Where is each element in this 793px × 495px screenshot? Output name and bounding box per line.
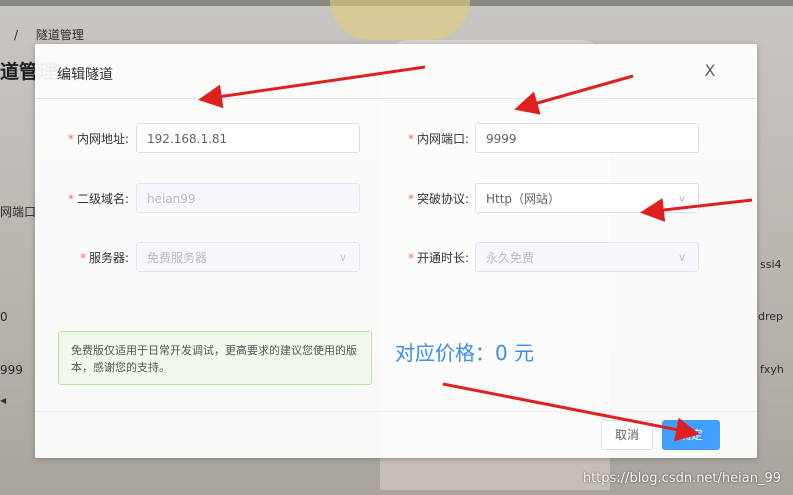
required-mark: * bbox=[67, 192, 74, 206]
breadcrumb-item[interactable]: 隧道管理 bbox=[36, 28, 84, 42]
footer-divider bbox=[35, 411, 757, 412]
form-row-domain: * 二级域名: heian99 * 突破协议: Http（网站） ∨ bbox=[35, 183, 757, 215]
edit-tunnel-dialog: 编辑隧道 X * 内网地址: 192.168.1.81 * 内网端口: 9999 *… bbox=[35, 44, 757, 458]
protocol-select[interactable]: Http（网站） ∨ bbox=[475, 183, 699, 213]
subdomain-input: heian99 bbox=[136, 183, 360, 213]
required-mark: * bbox=[407, 251, 414, 265]
form-row-server: * 服务器: 免费服务器 ∨ * 开通时长: 永久免费 ∨ bbox=[35, 242, 757, 274]
close-icon[interactable]: X bbox=[701, 62, 719, 80]
price-text: 对应价格：0 元 bbox=[395, 341, 535, 365]
notice-box: 免费版仅适用于日常开发调试，更高要求的建议您使用的版本，感谢您的支持。 bbox=[58, 331, 372, 385]
required-mark: * bbox=[407, 132, 414, 146]
required-mark: * bbox=[407, 192, 414, 206]
chevron-down-icon: ∨ bbox=[677, 192, 687, 205]
table-cell: ssi4 bbox=[760, 258, 782, 271]
server-label: * 服务器: bbox=[79, 251, 129, 265]
inner-port-label: * 内网端口: bbox=[407, 132, 469, 146]
dialog-header: 编辑隧道 X bbox=[35, 44, 757, 99]
chevron-down-icon: ∨ bbox=[338, 251, 348, 264]
subdomain-label: * 二级域名: bbox=[67, 192, 129, 206]
table-cell: 0 bbox=[0, 310, 8, 324]
inner-address-input[interactable]: 192.168.1.81 bbox=[136, 123, 360, 153]
background-art bbox=[330, 0, 470, 40]
watermark: https://blog.csdn.net/heian_99 bbox=[582, 471, 781, 486]
chevron-down-icon: ∨ bbox=[677, 251, 687, 264]
server-select: 免费服务器 ∨ bbox=[136, 242, 360, 272]
table-header-cell: 网端口 bbox=[0, 205, 37, 219]
cancel-button[interactable]: 取消 bbox=[601, 420, 653, 450]
duration-select-value: 永久免费 bbox=[486, 251, 535, 265]
table-cell: 999 bbox=[0, 363, 23, 377]
protocol-select-value: Http（网站） bbox=[486, 192, 561, 206]
table-cell: fxyh bbox=[760, 363, 784, 376]
inner-port-input[interactable]: 9999 bbox=[475, 123, 699, 153]
table-cell: drep bbox=[758, 310, 784, 323]
duration-select: 永久免费 ∨ bbox=[475, 242, 699, 272]
protocol-label: * 突破协议: bbox=[407, 192, 469, 206]
form-row-address: * 内网地址: 192.168.1.81 * 内网端口: 9999 bbox=[35, 123, 757, 155]
dialog-title: 编辑隧道 bbox=[57, 67, 113, 83]
duration-label: * 开通时长: bbox=[407, 251, 469, 265]
scroll-left-arrow[interactable]: ◀ bbox=[0, 396, 36, 406]
breadcrumb-separator: / bbox=[14, 28, 19, 42]
breadcrumb: / 隧道管理 bbox=[0, 26, 84, 43]
required-mark: * bbox=[67, 132, 74, 146]
server-select-value: 免费服务器 bbox=[147, 251, 208, 265]
required-mark: * bbox=[79, 251, 86, 265]
inner-address-label: * 内网地址: bbox=[67, 132, 129, 146]
confirm-button[interactable]: 确定 bbox=[662, 420, 720, 450]
